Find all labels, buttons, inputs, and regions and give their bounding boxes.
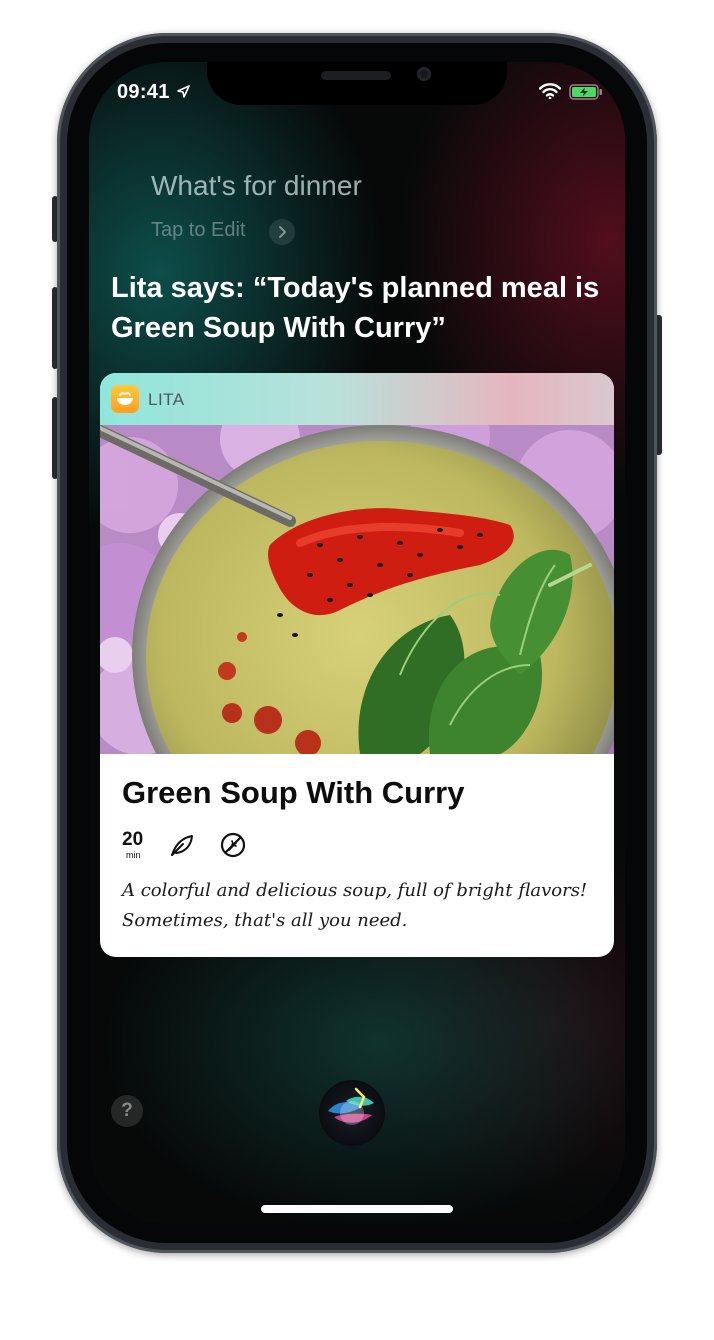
wifi-icon — [539, 83, 561, 99]
home-indicator[interactable] — [261, 1205, 453, 1213]
help-button[interactable]: ? — [111, 1095, 143, 1127]
location-arrow-icon — [177, 85, 190, 98]
front-camera — [417, 67, 431, 81]
card-app-name: LITA — [148, 390, 185, 409]
no-gluten-icon — [220, 832, 246, 858]
battery-charging-icon — [569, 84, 602, 100]
siri-query: What's for dinner — [151, 170, 362, 201]
siri-screen: 09:41 What's for dinner Tap to Edit Lita… — [89, 62, 625, 1224]
bowl-app-icon — [111, 385, 139, 413]
recipe-card[interactable]: LITA Green Soup With Curry 20 min A colo… — [100, 373, 614, 957]
tap-to-edit-label[interactable]: Tap to Edit — [151, 219, 246, 242]
recipe-photo — [100, 425, 614, 754]
cook-time-value: 20 — [122, 829, 144, 850]
recipe-title: Green Soup With Curry — [122, 775, 465, 810]
siri-response: Lita says: “Today's planned meal is Gree… — [111, 272, 600, 344]
chevron-right-icon — [279, 226, 286, 238]
tap-to-edit-button[interactable] — [269, 219, 295, 245]
recipe-description: A colorful and delicious soup, full of b… — [122, 880, 588, 931]
leaf-icon — [171, 835, 193, 856]
notch — [207, 62, 507, 105]
card-header: LITA — [100, 373, 614, 425]
cook-time-unit: min — [126, 850, 141, 860]
earpiece — [321, 71, 391, 80]
siri-icon[interactable] — [316, 1077, 388, 1149]
status-time: 09:41 — [117, 81, 170, 103]
